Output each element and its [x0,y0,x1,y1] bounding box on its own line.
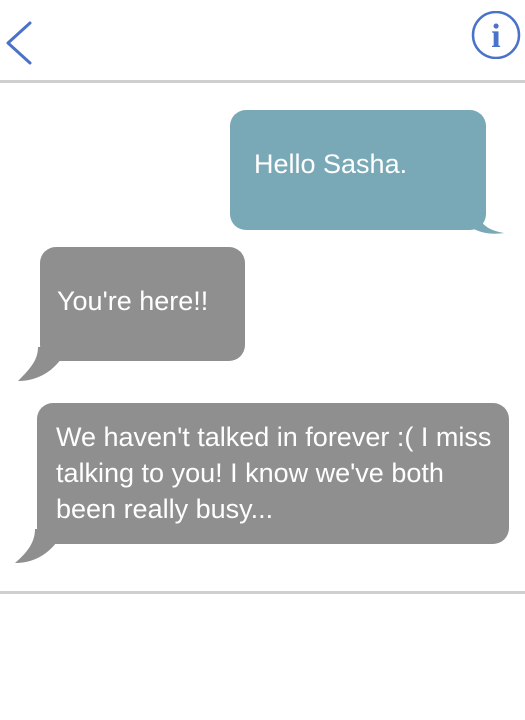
chevron-left-icon [6,21,32,65]
footer-divider [0,591,525,594]
back-button[interactable] [4,20,36,66]
info-button[interactable]: i [470,10,522,60]
bubble-tail [18,347,68,381]
chat-header: i [0,0,525,82]
header-divider [0,80,525,83]
message-bubble-incoming[interactable]: We haven't talked in forever :( I miss t… [15,403,509,563]
info-circle-icon: i [471,10,521,60]
message-text: We haven't talked in forever :( I miss t… [56,422,492,524]
info-glyph: i [491,18,500,55]
bubble-tail [15,529,65,563]
message-bubble-incoming[interactable]: You're here!! [18,247,245,381]
message-text: You're here!! [57,286,209,316]
message-text: Hello Sasha. [254,149,408,179]
bubble-tail [450,210,504,234]
message-bubble-outgoing[interactable]: Hello Sasha. [230,110,504,234]
